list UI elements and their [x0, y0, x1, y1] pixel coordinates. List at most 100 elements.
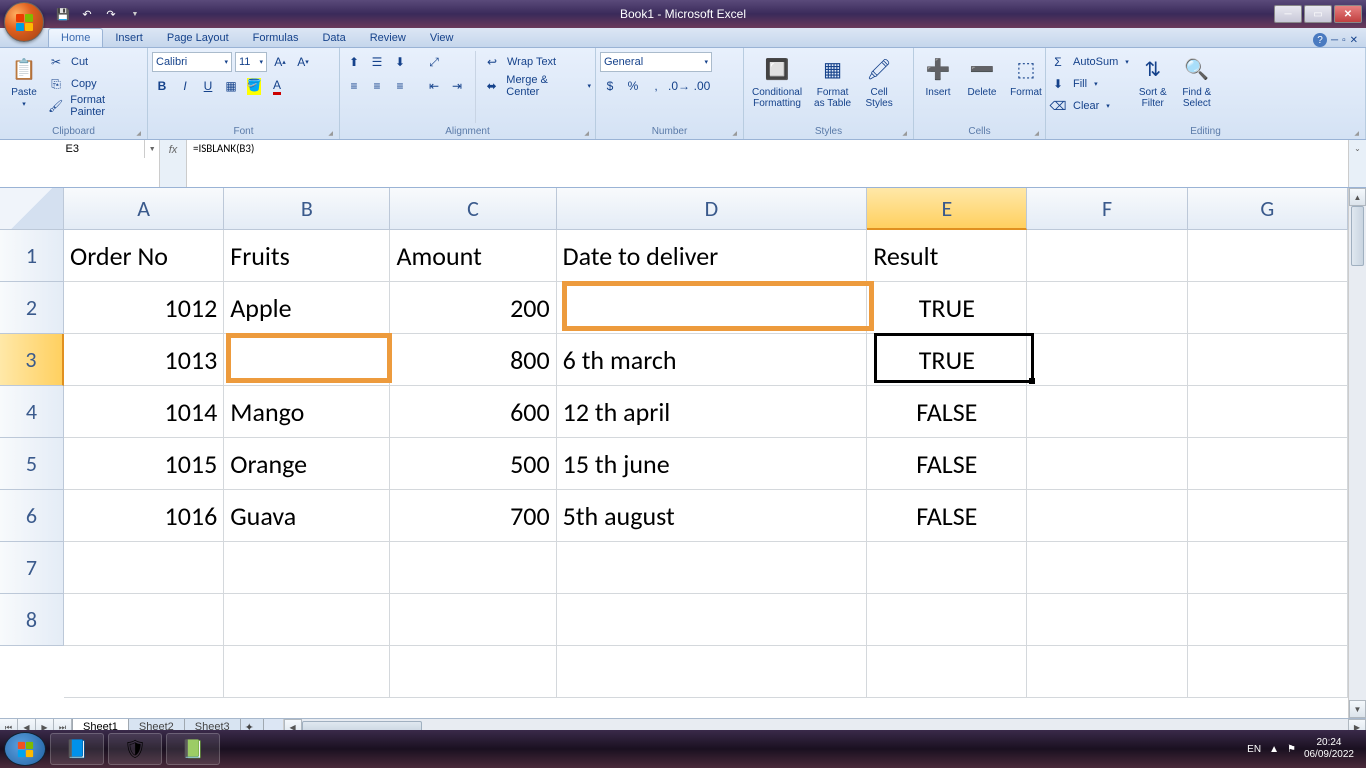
wrap-text-button[interactable]: Wrap Text	[503, 55, 560, 69]
expand-formula-bar-icon[interactable]: ⌄	[1348, 140, 1366, 187]
tray-flag-icon[interactable]: ⚑	[1287, 744, 1296, 755]
number-format-select[interactable]: General▾	[600, 52, 712, 72]
doc-close-icon[interactable]: ✕	[1350, 35, 1358, 46]
cell[interactable]: 15 th june	[557, 438, 868, 490]
cell[interactable]	[390, 594, 556, 646]
align-bottom-button[interactable]: ⬇	[390, 52, 410, 72]
scroll-up-button[interactable]: ▲	[1349, 188, 1366, 206]
cell[interactable]: 12 th april	[557, 386, 868, 438]
cell[interactable]	[390, 542, 556, 594]
cell[interactable]	[224, 646, 390, 698]
office-button[interactable]	[4, 2, 44, 42]
row-header-4[interactable]: 4	[0, 386, 64, 438]
align-center-button[interactable]: ≡	[367, 76, 387, 96]
cell[interactable]: 600	[390, 386, 556, 438]
vertical-scrollbar[interactable]: ▲ ▼	[1348, 188, 1366, 718]
cell[interactable]: Orange	[224, 438, 390, 490]
font-size-select[interactable]: 11▾	[235, 52, 267, 72]
border-button[interactable]: ▦	[221, 76, 241, 96]
find-select-button[interactable]: 🔍Find & Select	[1177, 51, 1217, 123]
name-box-input[interactable]	[0, 140, 144, 158]
taskbar-app-excel[interactable]: 📗	[166, 733, 220, 765]
save-icon[interactable]: 💾	[52, 4, 74, 24]
cell[interactable]	[557, 282, 868, 334]
align-top-button[interactable]: ⬆	[344, 52, 364, 72]
tab-home[interactable]: Home	[48, 28, 103, 47]
fill-button[interactable]: Fill	[1069, 77, 1091, 91]
sort-filter-button[interactable]: ⇅Sort & Filter	[1133, 51, 1173, 123]
cell[interactable]	[64, 542, 224, 594]
name-box-dropdown-icon[interactable]: ▼	[144, 140, 159, 158]
cell[interactable]: 700	[390, 490, 556, 542]
format-as-table-button[interactable]: ▦Format as Table	[810, 51, 855, 123]
cell[interactable]: FALSE	[867, 386, 1027, 438]
cell[interactable]	[1188, 230, 1348, 282]
redo-icon[interactable]: ↷	[100, 4, 122, 24]
indent-decrease-button[interactable]: ⇤	[424, 76, 444, 96]
underline-button[interactable]: U	[198, 76, 218, 96]
cell[interactable]	[64, 594, 224, 646]
cell[interactable]: FALSE	[867, 438, 1027, 490]
merge-center-button[interactable]: Merge & Center	[502, 73, 584, 99]
cell[interactable]	[1027, 438, 1187, 490]
tab-data[interactable]: Data	[310, 29, 357, 47]
tab-page-layout[interactable]: Page Layout	[155, 29, 241, 47]
cell-styles-button[interactable]: 🖍Cell Styles	[859, 51, 899, 123]
clear-button[interactable]: Clear	[1069, 99, 1103, 113]
col-header-C[interactable]: C	[390, 188, 556, 230]
insert-cells-button[interactable]: ➕Insert	[918, 51, 958, 123]
tab-review[interactable]: Review	[358, 29, 418, 47]
orientation-button[interactable]: ⤢	[424, 52, 444, 72]
cell[interactable]	[1027, 386, 1187, 438]
format-painter-button[interactable]: Format Painter	[66, 93, 143, 119]
col-header-F[interactable]: F	[1027, 188, 1187, 230]
qat-dropdown-icon[interactable]: ▼	[124, 4, 146, 24]
cell[interactable]: 6 th march	[557, 334, 868, 386]
taskbar-app-browser[interactable]: 🛡	[108, 733, 162, 765]
tab-view[interactable]: View	[418, 29, 466, 47]
scroll-down-button[interactable]: ▼	[1349, 700, 1366, 718]
tray-chevron-icon[interactable]: ▲	[1269, 744, 1279, 755]
italic-button[interactable]: I	[175, 76, 195, 96]
indent-increase-button[interactable]: ⇥	[447, 76, 467, 96]
tray-lang[interactable]: EN	[1247, 744, 1261, 755]
cell[interactable]: Order No	[64, 230, 224, 282]
cell[interactable]: Fruits	[224, 230, 390, 282]
cell[interactable]: TRUE	[867, 282, 1027, 334]
cell[interactable]	[1188, 490, 1348, 542]
tab-formulas[interactable]: Formulas	[241, 29, 311, 47]
cell[interactable]: 200	[390, 282, 556, 334]
close-button[interactable]: ✕	[1334, 5, 1362, 23]
grow-font-button[interactable]: A▴	[270, 52, 290, 72]
cell[interactable]	[1188, 438, 1348, 490]
cell[interactable]: TRUE	[867, 334, 1027, 386]
col-header-B[interactable]: B	[224, 188, 390, 230]
worksheet-grid[interactable]: ABCDEFG 12345678 Order NoFruitsAmountDat…	[0, 188, 1366, 718]
cell[interactable]	[1188, 646, 1348, 698]
cell[interactable]	[1188, 386, 1348, 438]
cell[interactable]	[1188, 542, 1348, 594]
row-header-6[interactable]: 6	[0, 490, 64, 542]
align-middle-button[interactable]: ☰	[367, 52, 387, 72]
font-color-button[interactable]: A	[267, 76, 287, 96]
vscroll-thumb[interactable]	[1351, 206, 1364, 266]
cell[interactable]: 1014	[64, 386, 224, 438]
cell[interactable]	[1188, 594, 1348, 646]
fx-button[interactable]: fx	[164, 142, 182, 158]
ribbon-min-icon[interactable]: ─	[1331, 35, 1338, 46]
col-header-E[interactable]: E	[867, 188, 1027, 230]
tray-clock[interactable]: 20:24 06/09/2022	[1304, 737, 1354, 761]
increase-decimal-button[interactable]: .0→	[669, 76, 689, 96]
select-all-corner[interactable]	[0, 188, 64, 230]
row-header-2[interactable]: 2	[0, 282, 64, 334]
cell[interactable]	[557, 646, 868, 698]
accounting-button[interactable]: $	[600, 76, 620, 96]
cell[interactable]: Result	[867, 230, 1027, 282]
cell[interactable]: 5th august	[557, 490, 868, 542]
cell[interactable]	[867, 542, 1027, 594]
cut-button[interactable]: Cut	[67, 55, 92, 69]
paste-button[interactable]: 📋 Paste ▾	[4, 51, 44, 123]
cell[interactable]: Amount	[390, 230, 556, 282]
cell[interactable]: 1015	[64, 438, 224, 490]
col-header-G[interactable]: G	[1188, 188, 1348, 230]
